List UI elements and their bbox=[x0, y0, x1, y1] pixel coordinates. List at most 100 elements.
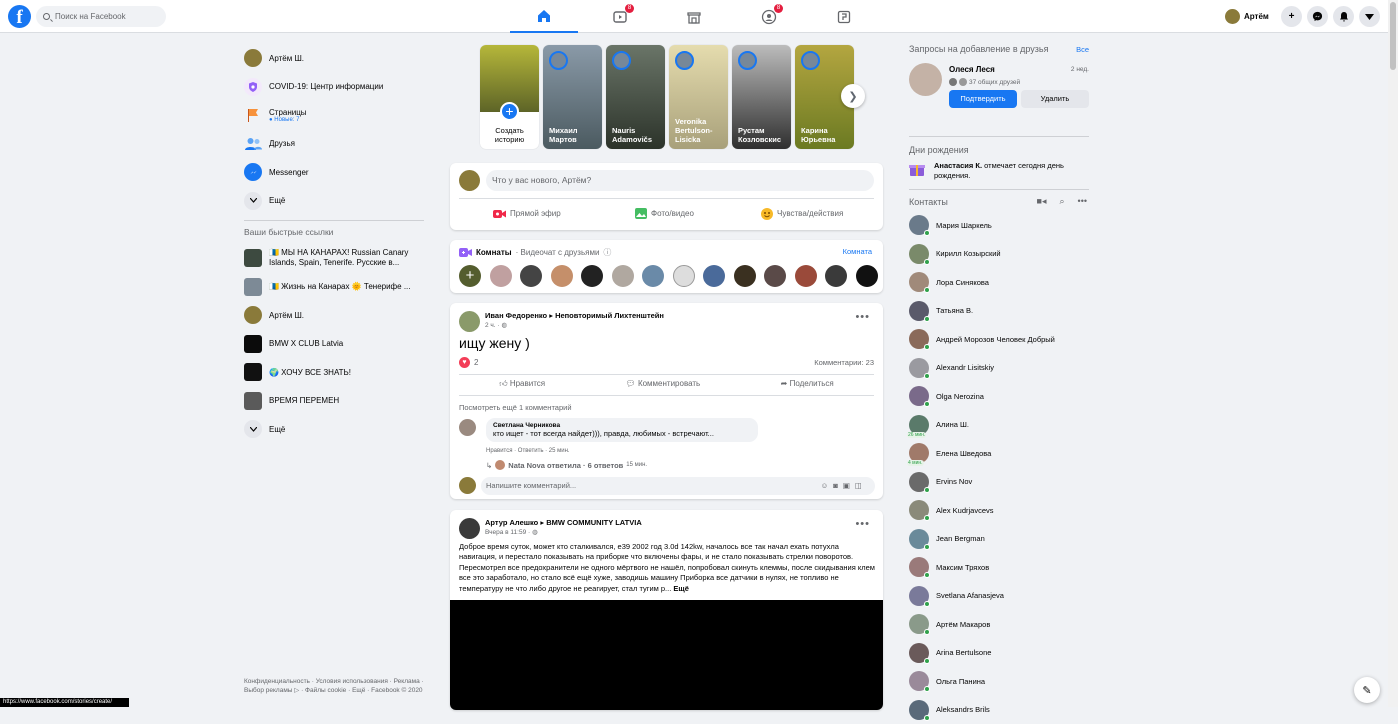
contact-item[interactable]: Кирилл Козырский bbox=[909, 240, 1089, 269]
story-card[interactable]: Veronika Bertulson-Lisicka bbox=[669, 45, 728, 149]
contact-item[interactable]: Ольга Панина bbox=[909, 667, 1089, 696]
sidebar-item-profile[interactable]: Артём Ш. bbox=[244, 44, 424, 73]
see-all-requests-link[interactable]: Все bbox=[1076, 45, 1089, 54]
shortcut-item[interactable]: Артём Ш. bbox=[244, 301, 424, 330]
search-input[interactable]: Поиск на Facebook bbox=[36, 6, 166, 27]
facebook-logo[interactable]: f bbox=[8, 5, 31, 28]
post-video[interactable] bbox=[450, 600, 883, 710]
view-more-comments[interactable]: Посмотреть ещё 1 комментарий bbox=[459, 403, 572, 412]
messenger-button[interactable] bbox=[1307, 6, 1328, 27]
scrollbar[interactable] bbox=[1388, 0, 1398, 707]
sidebar-item-messenger[interactable]: Messenger bbox=[244, 158, 424, 187]
notifications-button[interactable] bbox=[1333, 6, 1354, 27]
tab-groups[interactable]: 8 bbox=[735, 0, 803, 33]
post-author[interactable]: Иван Федоренко bbox=[485, 311, 547, 320]
new-message-button[interactable]: ✎ bbox=[1354, 677, 1380, 703]
contact-item[interactable]: Татьяна В. bbox=[909, 297, 1089, 326]
avatar[interactable] bbox=[612, 265, 634, 287]
avatar[interactable] bbox=[642, 265, 664, 287]
contact-item[interactable]: Мария Шаркель bbox=[909, 211, 1089, 240]
replies-link[interactable]: ↳ Nata Nova ответила · 6 ответов 15 мин. bbox=[486, 460, 647, 470]
tab-gaming[interactable] bbox=[810, 0, 878, 33]
shortcut-item[interactable]: 🇮🇨 МЫ НА КАНАРАХ! Russian Canary Islands… bbox=[244, 244, 424, 273]
post-menu-button[interactable]: ••• bbox=[855, 518, 870, 530]
avatar[interactable] bbox=[520, 265, 542, 287]
avatar[interactable] bbox=[764, 265, 786, 287]
tab-home[interactable] bbox=[510, 0, 578, 33]
create-story-card[interactable]: + Создать историю bbox=[480, 45, 539, 149]
contact-item[interactable]: Olga Nerozina bbox=[909, 382, 1089, 411]
avatar[interactable] bbox=[795, 265, 817, 287]
reactions-summary[interactable]: ♥ 2 bbox=[459, 357, 478, 368]
story-card[interactable]: Михаил Мартов bbox=[543, 45, 602, 149]
create-room-button[interactable]: + bbox=[459, 265, 481, 287]
tab-marketplace[interactable] bbox=[660, 0, 728, 33]
shortcut-item[interactable]: ВРЕМЯ ПЕРЕМЕН bbox=[244, 387, 424, 416]
stories-next-button[interactable]: ❯ bbox=[841, 84, 865, 108]
see-more-link[interactable]: Ещё bbox=[673, 584, 689, 593]
post-menu-button[interactable]: ••• bbox=[855, 311, 870, 323]
composer-input[interactable]: Что у вас нового, Артём? bbox=[486, 170, 874, 191]
shortcut-item[interactable]: 🇮🇨 Жизнь на Канарах 🌞 Тенерифе ... bbox=[244, 273, 424, 302]
photo-video-button[interactable]: Фото/видео bbox=[635, 203, 694, 224]
create-button[interactable]: + bbox=[1281, 6, 1302, 27]
create-room-link[interactable]: Комната bbox=[843, 247, 872, 256]
avatar[interactable] bbox=[459, 419, 476, 436]
avatar[interactable] bbox=[551, 265, 573, 287]
post-time[interactable]: Вчера в 11:59 · bbox=[485, 529, 530, 536]
post-time[interactable]: 2 ч. · bbox=[485, 322, 500, 329]
contact-item[interactable]: 26 мин.Алина Ш. bbox=[909, 411, 1089, 440]
contact-item[interactable]: Alexandr Lisitskiy bbox=[909, 354, 1089, 383]
contact-item[interactable]: Svetlana Afanasjeva bbox=[909, 582, 1089, 611]
more-options-icon[interactable]: ••• bbox=[1078, 196, 1087, 207]
contact-item[interactable]: Андрей Морозов Человек Добрый bbox=[909, 325, 1089, 354]
shortcuts-more[interactable]: Ещё bbox=[244, 415, 424, 444]
avatar[interactable] bbox=[734, 265, 756, 287]
mutual-friends[interactable]: 37 общих друзей bbox=[949, 78, 1020, 86]
avatar[interactable] bbox=[490, 265, 512, 287]
comment-actions[interactable]: Нравится · Ответить · 25 мин. bbox=[486, 448, 570, 454]
avatar[interactable] bbox=[459, 311, 480, 332]
contact-item[interactable]: Jean Bergman bbox=[909, 525, 1089, 554]
request-name[interactable]: Олеся Леся bbox=[949, 65, 995, 74]
contact-item[interactable]: Лора Синякова bbox=[909, 268, 1089, 297]
avatar[interactable] bbox=[703, 265, 725, 287]
contact-item[interactable]: 4 мин.Елена Шведова bbox=[909, 439, 1089, 468]
like-button[interactable]: 👍︎ Нравится bbox=[499, 379, 545, 389]
comment-author[interactable]: Светлана Черникова bbox=[493, 422, 751, 429]
live-video-button[interactable]: Прямой эфир bbox=[493, 203, 561, 224]
sidebar-item-covid[interactable]: COVID-19: Центр информации bbox=[244, 73, 424, 102]
story-card[interactable]: Рустам Козловскис bbox=[732, 45, 791, 149]
video-call-icon[interactable]: ■◂ bbox=[1037, 196, 1047, 207]
write-comment-input[interactable]: Напишите комментарий... ☺◙▣◫ bbox=[481, 477, 875, 495]
delete-button[interactable]: Удалить bbox=[1021, 90, 1089, 108]
avatar[interactable] bbox=[909, 63, 942, 96]
footer-links[interactable]: Конфиденциальность · Условия использован… bbox=[244, 677, 424, 695]
birthday-item[interactable]: Анастасия К. отмечает сегодня день рожде… bbox=[909, 161, 1089, 181]
tab-watch[interactable]: 8 bbox=[586, 0, 654, 33]
contact-item[interactable]: Максим Тряхов bbox=[909, 553, 1089, 582]
share-button[interactable]: ➦ Поделиться bbox=[781, 379, 834, 389]
avatar[interactable] bbox=[856, 265, 878, 287]
comment-button[interactable]: 💬︎ Комментировать bbox=[626, 379, 701, 389]
avatar[interactable] bbox=[459, 518, 480, 539]
avatar[interactable] bbox=[673, 265, 695, 287]
contact-item[interactable]: Aleksandrs Brils bbox=[909, 696, 1089, 724]
contact-item[interactable]: Ervins Nov bbox=[909, 468, 1089, 497]
search-icon[interactable]: ⌕ bbox=[1060, 196, 1065, 207]
account-menu-button[interactable] bbox=[1359, 6, 1380, 27]
contact-item[interactable]: Arina Bertulsone bbox=[909, 639, 1089, 668]
post-group[interactable]: Неповторимый Лихтенштейн bbox=[555, 311, 664, 320]
shortcut-item[interactable]: 🌍 ХОЧУ ВСЕ ЗНАТЬ! bbox=[244, 358, 424, 387]
avatar[interactable] bbox=[581, 265, 603, 287]
comment-tools-icons[interactable]: ☺◙▣◫ bbox=[821, 477, 867, 495]
avatar[interactable] bbox=[825, 265, 847, 287]
sidebar-item-friends[interactable]: Друзья bbox=[244, 130, 424, 159]
confirm-button[interactable]: Подтвердить bbox=[949, 90, 1017, 108]
sidebar-item-more[interactable]: Ещё bbox=[244, 187, 424, 216]
post-author[interactable]: Артур Алешко bbox=[485, 518, 538, 527]
post-group[interactable]: BMW COMMUNITY LATVIA bbox=[546, 518, 642, 527]
feeling-activity-button[interactable]: Чувства/действия bbox=[761, 203, 843, 224]
scrollbar-thumb[interactable] bbox=[1390, 2, 1396, 70]
profile-button[interactable]: Артём bbox=[1225, 7, 1269, 26]
